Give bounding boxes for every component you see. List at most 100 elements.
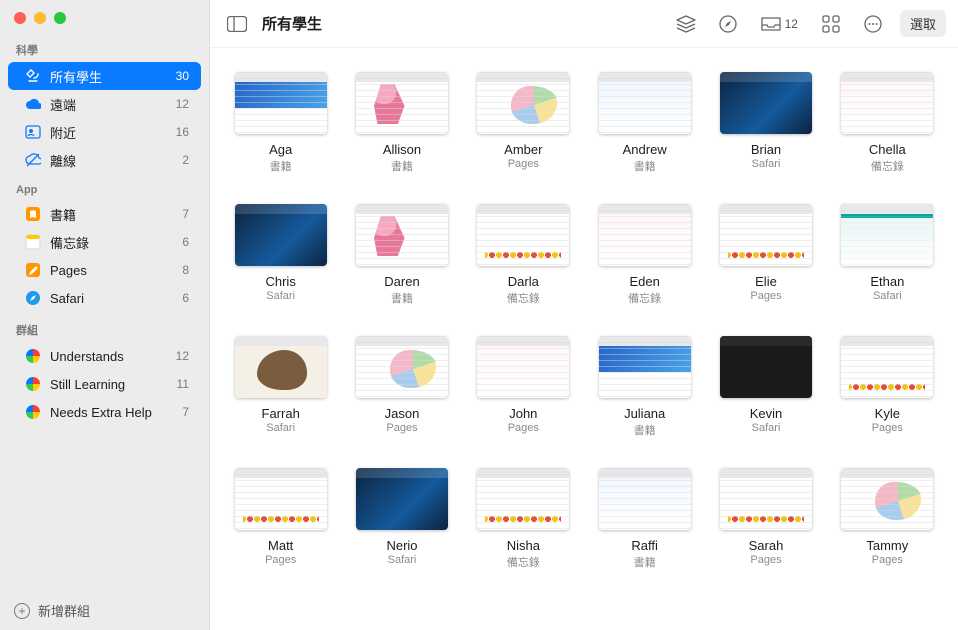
student-tile[interactable]: Matt Pages	[234, 468, 327, 570]
screen-thumbnail	[841, 336, 933, 398]
student-app: 書籍	[270, 158, 292, 174]
student-name: Nisha	[507, 538, 540, 553]
group-icon	[24, 403, 42, 421]
student-tile[interactable]: Nerio Safari	[355, 468, 448, 570]
student-tile[interactable]: Allison 書籍	[355, 72, 448, 174]
sidebar-item-count: 6	[182, 291, 189, 305]
student-tile[interactable]: Juliana 書籍	[598, 336, 691, 438]
student-tile[interactable]: Elie Pages	[719, 204, 812, 306]
student-tile[interactable]: Aga 書籍	[234, 72, 327, 174]
student-tile[interactable]: Kevin Safari	[719, 336, 812, 438]
student-app: Pages	[386, 422, 417, 434]
minimize-window-button[interactable]	[34, 12, 46, 24]
student-tile[interactable]: Nisha 備忘錄	[477, 468, 570, 570]
stack-icon	[676, 15, 696, 33]
student-grid: Aga 書籍 Allison 書籍 Amber Pages Andrew 書籍 …	[234, 72, 934, 570]
student-app: Pages	[750, 290, 781, 302]
screen-thumbnail	[720, 72, 812, 134]
student-tile[interactable]: Ethan Safari	[841, 204, 934, 306]
student-app: Pages	[750, 554, 781, 566]
sidebar-item-label: 遠端	[50, 95, 168, 114]
student-name: Darla	[508, 274, 539, 289]
screen-thumbnail	[720, 204, 812, 266]
compass-icon	[719, 15, 737, 33]
sidebar-section-header: 群組	[0, 312, 209, 342]
student-tile[interactable]: Darla 備忘錄	[477, 204, 570, 306]
screen-thumbnail	[477, 204, 569, 266]
screen-thumbnail	[235, 468, 327, 530]
screen-thumbnail	[356, 468, 448, 530]
sidebar-item-understands[interactable]: Understands 12	[8, 342, 201, 370]
student-tile[interactable]: Andrew 書籍	[598, 72, 691, 174]
student-tile[interactable]: Raffi 書籍	[598, 468, 691, 570]
student-tile[interactable]: Chris Safari	[234, 204, 327, 306]
screen-thumbnail	[599, 204, 691, 266]
student-name: Andrew	[623, 142, 667, 157]
sidebar: 科學 所有學生 30 遠端 12 附近 16 離線 2App 書籍 7 備忘錄 …	[0, 0, 210, 630]
screen-thumbnail	[841, 468, 933, 530]
student-app: Safari	[752, 158, 781, 170]
sidebar-item-label: Understands	[50, 349, 168, 364]
sidebar-item-count: 16	[176, 125, 189, 139]
student-tile[interactable]: Chella 備忘錄	[841, 72, 934, 174]
select-mode-button[interactable]: 選取	[900, 10, 946, 37]
sidebar-item-still-learning[interactable]: Still Learning 11	[8, 370, 201, 398]
student-name: Allison	[383, 142, 421, 157]
sidebar-item-附近[interactable]: 附近 16	[8, 118, 201, 146]
sidebar-item-label: 備忘錄	[50, 233, 174, 252]
student-name: Jason	[385, 406, 420, 421]
student-tile[interactable]: Amber Pages	[477, 72, 570, 174]
layers-button[interactable]	[671, 10, 701, 38]
student-tile[interactable]: Kyle Pages	[841, 336, 934, 438]
student-tile[interactable]: Eden 備忘錄	[598, 204, 691, 306]
tray-icon	[761, 17, 781, 31]
student-name: Chris	[265, 274, 295, 289]
sidebar-item-count: 8	[182, 263, 189, 277]
sidebar-item-備忘錄[interactable]: 備忘錄 6	[8, 228, 201, 256]
add-group-button[interactable]: + 新增群組	[0, 591, 209, 630]
sidebar-item-label: Safari	[50, 291, 174, 306]
student-app: 備忘錄	[507, 290, 540, 306]
student-tile[interactable]: Brian Safari	[719, 72, 812, 174]
sidebar-item-label: 書籍	[50, 205, 174, 224]
close-window-button[interactable]	[14, 12, 26, 24]
student-app: Pages	[265, 554, 296, 566]
student-tile[interactable]: Sarah Pages	[719, 468, 812, 570]
grid-view-button[interactable]	[816, 10, 846, 38]
sidebar-item-所有學生[interactable]: 所有學生 30	[8, 62, 201, 90]
student-app: 書籍	[391, 290, 413, 306]
more-button[interactable]	[858, 10, 888, 38]
ellipsis-circle-icon	[864, 15, 882, 33]
sidebar-item-safari[interactable]: Safari 6	[8, 284, 201, 312]
student-app: Safari	[266, 290, 295, 302]
page-title: 所有學生	[262, 13, 322, 34]
student-tile[interactable]: John Pages	[477, 336, 570, 438]
student-tile[interactable]: Daren 書籍	[355, 204, 448, 306]
student-tile[interactable]: Jason Pages	[355, 336, 448, 438]
sidebar-item-pages[interactable]: Pages 8	[8, 256, 201, 284]
student-app: Safari	[388, 554, 417, 566]
student-app: Pages	[508, 158, 539, 170]
sidebar-item-needs-extra-help[interactable]: Needs Extra Help 7	[8, 398, 201, 426]
student-name: Farrah	[262, 406, 300, 421]
screen-thumbnail	[599, 468, 691, 530]
screen-thumbnail	[477, 336, 569, 398]
student-name: Tammy	[866, 538, 908, 553]
screen-thumbnail	[477, 468, 569, 530]
sidebar-icon	[227, 16, 247, 32]
student-tile[interactable]: Farrah Safari	[234, 336, 327, 438]
screen-thumbnail	[235, 72, 327, 134]
student-tile[interactable]: Tammy Pages	[841, 468, 934, 570]
navigate-button[interactable]	[713, 10, 743, 38]
sidebar-item-書籍[interactable]: 書籍 7	[8, 200, 201, 228]
screen-thumbnail	[841, 204, 933, 266]
sidebar-toggle-button[interactable]	[222, 10, 252, 38]
zoom-window-button[interactable]	[54, 12, 66, 24]
inbox-button[interactable]: 12	[755, 10, 804, 38]
safari-icon	[24, 289, 42, 307]
student-app: 備忘錄	[507, 554, 540, 570]
sidebar-item-離線[interactable]: 離線 2	[8, 146, 201, 174]
student-name: Matt	[268, 538, 293, 553]
sidebar-item-遠端[interactable]: 遠端 12	[8, 90, 201, 118]
sidebar-item-count: 6	[182, 235, 189, 249]
